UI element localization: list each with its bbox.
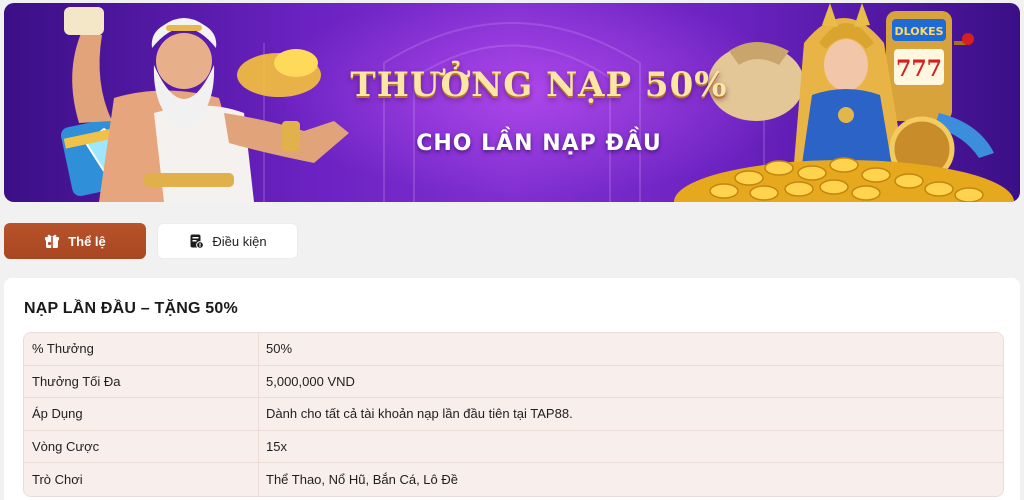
section-title: NẠP LẦN ĐẦU – TẶNG 50% [24, 300, 238, 317]
slot-sign: DLOKES [894, 25, 943, 38]
slot-reels: 777 [896, 56, 942, 82]
promo-info-table: % Thưởng 50% Thưởng Tối Đa 5,000,000 VND… [23, 332, 1004, 497]
tab-rules-label: Thể lệ [68, 233, 106, 249]
promo-page: DLOKES 777 THƯỞNG NẠP 50% CHO LẦN NẠP ĐẦ… [0, 0, 1024, 500]
tab-conditions[interactable]: Điều kiện [157, 223, 298, 259]
table-row: % Thưởng 50% [24, 333, 1003, 366]
table-row: Trò Chơi Thể Thao, Nổ Hũ, Bắn Cá, Lô Đề [24, 463, 1003, 496]
gift-icon [45, 234, 60, 248]
tab-rules[interactable]: Thể lệ [4, 223, 146, 259]
row-label: Trò Chơi [24, 463, 259, 496]
promo-details-card: NẠP LẦN ĐẦU – TẶNG 50% % Thưởng 50% Thưở… [4, 278, 1020, 500]
row-value: Dành cho tất cả tài khoản nạp lần đầu ti… [266, 406, 573, 422]
table-row: Áp Dụng Dành cho tất cả tài khoản nạp lầ… [24, 398, 1003, 431]
banner-title: THƯỞNG NẠP 50% [350, 65, 728, 105]
banner-subtitle: CHO LẦN NẠP ĐẦU [416, 131, 662, 156]
row-label: Vòng Cược [24, 430, 259, 462]
document-icon [190, 234, 205, 249]
table-row: Vòng Cược 15x [24, 430, 1003, 463]
row-value: Thể Thao, Nổ Hũ, Bắn Cá, Lô Đề [266, 471, 458, 487]
tab-conditions-label: Điều kiện [212, 233, 267, 249]
row-value: 50% [266, 341, 293, 357]
table-row: Thưởng Tối Đa 5,000,000 VND [24, 365, 1003, 398]
row-label: Áp Dụng [24, 398, 259, 430]
promo-banner: DLOKES 777 THƯỞNG NẠP 50% CHO LẦN NẠP ĐẦ… [4, 3, 1020, 202]
row-value: 15x [266, 438, 287, 454]
row-label: % Thưởng [24, 333, 259, 365]
row-value: 5,000,000 VND [266, 373, 355, 389]
row-label: Thưởng Tối Đa [24, 365, 259, 397]
